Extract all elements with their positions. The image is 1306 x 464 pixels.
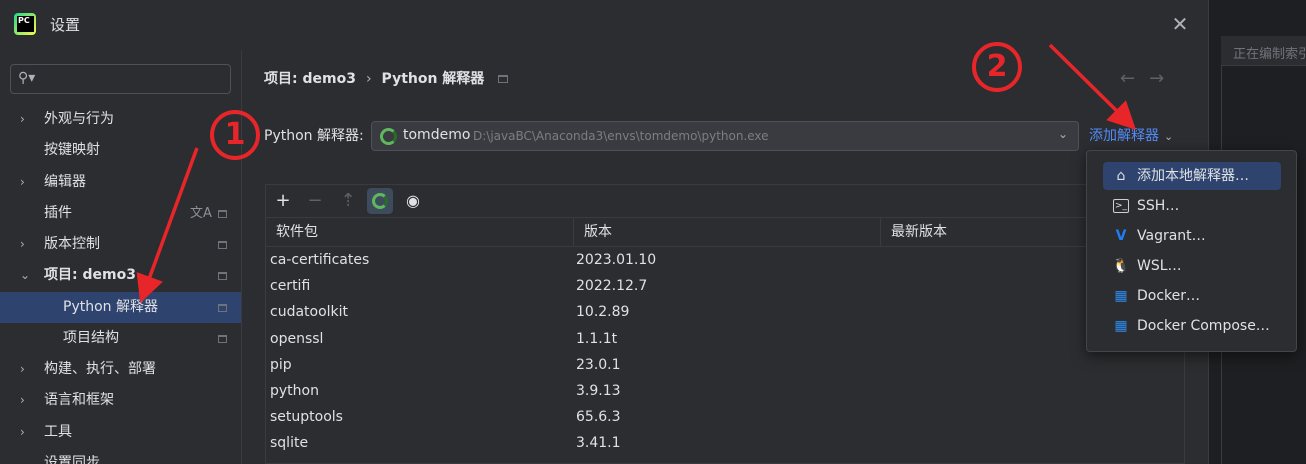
sidebar-item-project[interactable]: ⌄ 项目: demo3 <box>0 260 241 291</box>
breadcrumb-project[interactable]: 项目: demo3 <box>264 71 356 87</box>
show-early-releases-button[interactable]: ◉ <box>400 188 426 214</box>
packages-table-header: 软件包 版本 最新版本 <box>266 217 1184 247</box>
breadcrumb: 项目: demo3 › Python 解释器 <box>264 68 509 88</box>
linux-icon: 🐧 <box>1112 258 1130 274</box>
interpreter-select[interactable]: tomdemo D:\javaBC\Anaconda3\envs\tomdemo… <box>371 121 1079 151</box>
sidebar-item-editor[interactable]: › 编辑器 <box>0 167 241 198</box>
project-settings-icon <box>218 210 227 218</box>
table-row[interactable]: python 3.9.13 <box>266 378 1184 404</box>
home-icon: ⌂ <box>1116 168 1126 184</box>
sidebar-item-settings-sync[interactable]: 设置同步 <box>0 448 241 464</box>
eye-icon: ◉ <box>406 191 420 210</box>
history-navigation: ←→ <box>1120 68 1178 89</box>
project-settings-icon <box>498 75 509 83</box>
settings-search-input[interactable]: ⚲▾ <box>10 64 231 94</box>
chevron-right-icon: › <box>20 175 25 189</box>
chevron-right-icon: › <box>20 425 25 439</box>
table-row[interactable]: setuptools 65.6.3 <box>266 404 1184 430</box>
menu-item-add-local-interpreter[interactable]: ⌂ 添加本地解释器… <box>1103 162 1281 190</box>
sidebar-item-tools[interactable]: › 工具 <box>0 417 241 448</box>
settings-content: 项目: demo3 › Python 解释器 ←→ Python 解释器: tomd… <box>242 50 1208 464</box>
table-row[interactable]: sqlite 3.41.1 <box>266 430 1184 456</box>
add-package-button[interactable]: + <box>270 188 296 214</box>
docker-icon: ▦ <box>1114 288 1128 304</box>
translate-icon: 文A <box>190 206 212 221</box>
interpreter-label: Python 解释器: <box>264 128 364 144</box>
chevron-down-icon: ⌄ <box>1057 127 1068 141</box>
table-row[interactable]: pip 23.0.1 <box>266 352 1184 378</box>
packages-toolbar: + − ⇡ ◉ <box>266 185 1184 217</box>
menu-item-wsl[interactable]: 🐧 WSL… <box>1103 252 1281 280</box>
sidebar-item-appearance[interactable]: › 外观与行为 <box>0 104 241 135</box>
table-row[interactable]: ca-certificates 2023.01.10 <box>266 247 1184 273</box>
sidebar-item-plugins[interactable]: 插件 文A <box>0 198 241 229</box>
column-version[interactable]: 版本 <box>574 218 881 247</box>
indexing-status: 正在编制索引 <box>1221 36 1306 66</box>
forward-arrow-icon[interactable]: → <box>1149 68 1178 89</box>
chevron-down-icon: ⌄ <box>1164 130 1174 143</box>
sidebar-item-python-interpreter[interactable]: Python 解释器 <box>0 292 241 323</box>
project-settings-icon <box>218 304 227 312</box>
refresh-button[interactable] <box>367 188 393 214</box>
add-interpreter-link[interactable]: 添加解释器 ⌄ <box>1089 125 1173 145</box>
settings-sidebar: ⚲▾ › 外观与行为 按键映射 › 编辑器 插件 文A › 版本控制 ⌄ 项目:… <box>0 50 242 464</box>
menu-item-docker-compose[interactable]: ▦ Docker Compose… <box>1103 312 1281 340</box>
project-settings-icon <box>218 272 227 280</box>
sidebar-item-languages[interactable]: › 语言和框架 <box>0 385 241 416</box>
column-package[interactable]: 软件包 <box>266 218 574 247</box>
table-row[interactable]: openssl 1.1.1t <box>266 326 1184 352</box>
menu-item-ssh[interactable]: >_ SSH… <box>1103 192 1281 220</box>
project-settings-icon <box>218 335 227 343</box>
chevron-right-icon: › <box>20 362 25 376</box>
sidebar-item-vcs[interactable]: › 版本控制 <box>0 229 241 260</box>
close-button[interactable]: ✕ <box>1170 14 1190 34</box>
back-arrow-icon[interactable]: ← <box>1120 68 1149 89</box>
interpreter-name: tomdemo <box>403 127 471 143</box>
pycharm-logo-icon <box>14 13 36 35</box>
upgrade-package-button[interactable]: ⇡ <box>335 188 361 214</box>
dialog-title: 设置 <box>50 16 81 34</box>
vagrant-icon: V <box>1115 228 1127 244</box>
table-row[interactable]: certifi 2022.12.7 <box>266 273 1184 299</box>
settings-dialog: 设置 ✕ ⚲▾ › 外观与行为 按键映射 › 编辑器 插件 文A › 版本控制 … <box>0 0 1208 464</box>
sidebar-item-keymap[interactable]: 按键映射 <box>0 135 241 166</box>
loading-spinner-icon <box>380 128 397 145</box>
table-row[interactable]: cudatoolkit 10.2.89 <box>266 299 1184 325</box>
docker-icon: ▦ <box>1114 318 1128 334</box>
sidebar-item-build[interactable]: › 构建、执行、部署 <box>0 354 241 385</box>
breadcrumb-page: Python 解释器 <box>381 71 485 87</box>
chevron-down-icon: ⌄ <box>20 268 31 282</box>
menu-item-vagrant[interactable]: V Vagrant… <box>1103 222 1281 250</box>
title-bar: 设置 ✕ <box>0 0 1208 50</box>
packages-panel: + − ⇡ ◉ 软件包 版本 最新版本 ca-certificates 2023.… <box>265 184 1185 464</box>
packages-table-body: ca-certificates 2023.01.10 certifi 2022.12… <box>266 247 1184 457</box>
chevron-right-icon: › <box>20 237 25 251</box>
terminal-icon: >_ <box>1113 199 1129 213</box>
add-interpreter-menu: ⌂ 添加本地解释器… >_ SSH… V Vagrant… 🐧 WSL… ▦ Docker… <box>1086 150 1297 352</box>
menu-item-docker[interactable]: ▦ Docker… <box>1103 282 1281 310</box>
remove-package-button[interactable]: − <box>302 188 328 214</box>
loading-spinner-icon <box>372 193 388 209</box>
chevron-right-icon: › <box>20 393 25 407</box>
search-icon: ⚲▾ <box>18 70 36 86</box>
interpreter-path: D:\javaBC\Anaconda3\envs\tomdemo\python.… <box>473 129 769 143</box>
chevron-right-icon: › <box>20 112 25 126</box>
project-settings-icon <box>218 241 227 249</box>
sidebar-item-project-structure[interactable]: 项目结构 <box>0 323 241 354</box>
